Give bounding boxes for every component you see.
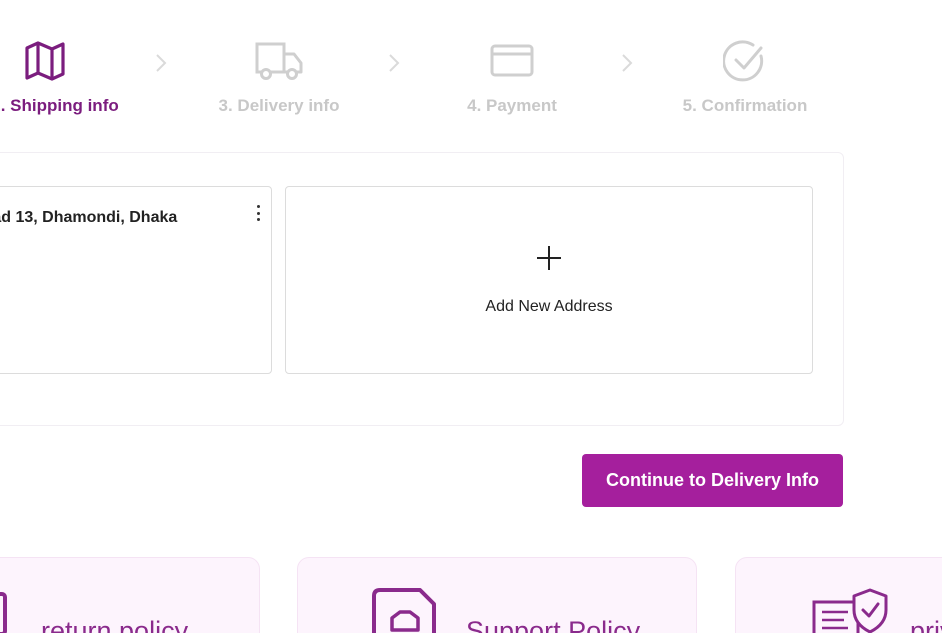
plus-icon <box>537 246 561 270</box>
return-policy-card[interactable]: return policy <box>0 557 260 633</box>
address-text: Road 13, Dhamondi, Dhaka <box>0 209 178 226</box>
truck-icon <box>255 42 303 80</box>
more-options-icon[interactable] <box>255 205 261 221</box>
credit-card-icon <box>490 44 534 77</box>
return-policy-label: return policy <box>41 616 189 633</box>
step-label: 2. Shipping info <box>0 96 119 115</box>
address-card[interactable]: Road 13, Dhamondi, Dhaka <box>0 186 272 374</box>
privacy-policy-icon <box>812 588 888 633</box>
step-label: 5. Confirmation <box>682 96 808 115</box>
return-policy-icon <box>0 592 7 633</box>
chevron-right-icon <box>156 54 167 72</box>
add-new-address-card[interactable]: Add New Address <box>285 186 813 374</box>
support-policy-card[interactable]: Support Policy <box>297 557 697 633</box>
privacy-policy-label: privacy policy <box>910 616 942 633</box>
step-label: 3. Delivery info <box>218 96 340 115</box>
check-circle-icon <box>723 40 764 82</box>
map-icon <box>25 41 65 81</box>
chevron-right-icon <box>389 54 400 72</box>
add-new-address-label: Add New Address <box>485 298 613 315</box>
support-policy-icon <box>372 588 436 633</box>
checkout-page: 2. Shipping info 3. Delivery info 4. Pay… <box>0 0 942 633</box>
chevron-right-icon <box>622 54 633 72</box>
privacy-policy-card[interactable]: privacy policy <box>735 557 942 633</box>
continue-to-delivery-button[interactable]: Continue to Delivery Info <box>582 454 843 507</box>
step-label: 4. Payment <box>467 96 557 115</box>
support-policy-label: Support Policy <box>466 616 641 633</box>
